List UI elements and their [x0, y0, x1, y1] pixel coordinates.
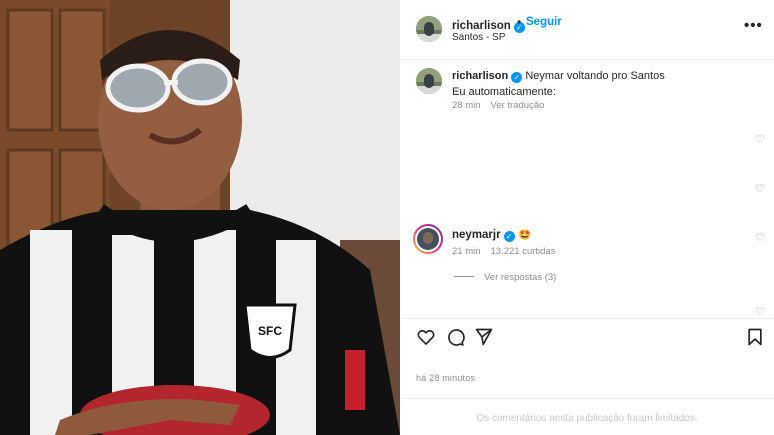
- comment-time: 21 min: [452, 246, 481, 257]
- view-replies-label: Ver respostas (3): [484, 272, 557, 283]
- follow-button[interactable]: Seguir: [526, 16, 562, 28]
- post-details-panel: richarlison ✓ • Seguir Santos - SP ••• ri…: [400, 0, 774, 435]
- see-translation-link[interactable]: Ver tradução: [491, 100, 545, 111]
- post-caption: richarlison ✓ Neymar voltando pro Santos …: [452, 68, 752, 100]
- replies-line: [454, 276, 474, 277]
- comment-text: 🤩: [518, 230, 532, 241]
- comments-limited-notice: Os comentários nesta publicação foram li…: [400, 398, 774, 435]
- sponsor-patch: [345, 350, 365, 410]
- post-image: SFC: [0, 0, 400, 435]
- caption-text-line1: Neymar voltando pro Santos: [525, 70, 665, 82]
- caption-meta: 28 min Ver tradução: [452, 100, 544, 111]
- comment-bubble-icon[interactable]: [445, 327, 465, 347]
- author-avatar[interactable]: [416, 16, 442, 42]
- verified-badge-icon: ✓: [511, 72, 523, 83]
- caption-author-username[interactable]: richarlison: [452, 70, 508, 82]
- caption-author-avatar[interactable]: [416, 68, 442, 94]
- share-paper-plane-icon[interactable]: [474, 327, 494, 347]
- caption-text-line2: Eu automaticamente:: [452, 86, 556, 98]
- save-bookmark-icon[interactable]: [745, 327, 765, 347]
- like-heart-icon[interactable]: [416, 327, 436, 347]
- comment: neymarjr ✓ 🤩: [452, 229, 531, 242]
- like-comment-heart-icon[interactable]: ♡: [754, 232, 766, 244]
- comment-likes[interactable]: 13.221 curtidas: [491, 246, 556, 257]
- view-replies-link[interactable]: Ver respostas (3): [454, 272, 556, 283]
- more-options-icon[interactable]: •••: [744, 17, 763, 34]
- svg-text:SFC: SFC: [258, 324, 282, 338]
- post-photo[interactable]: SFC: [0, 0, 400, 435]
- post-timestamp: há 28 minutos: [416, 373, 476, 383]
- separator-dot: •: [517, 15, 522, 29]
- comment-author-username[interactable]: neymarjr: [452, 229, 501, 241]
- like-comment-heart-icon[interactable]: ♡: [754, 306, 766, 318]
- comment-author-avatar[interactable]: [413, 224, 443, 254]
- action-bar: [400, 318, 774, 352]
- like-comment-heart-icon[interactable]: ♡: [754, 183, 766, 195]
- caption-time: 28 min: [452, 100, 481, 111]
- verified-badge-icon: ✓: [503, 231, 515, 242]
- comment-meta: 21 min 13.221 curtidas: [452, 246, 555, 257]
- post-location[interactable]: Santos - SP: [452, 32, 505, 43]
- author-username[interactable]: richarlison: [452, 20, 511, 32]
- post-header: richarlison ✓ • Seguir Santos - SP •••: [400, 0, 774, 60]
- like-comment-heart-icon[interactable]: ♡: [754, 134, 766, 146]
